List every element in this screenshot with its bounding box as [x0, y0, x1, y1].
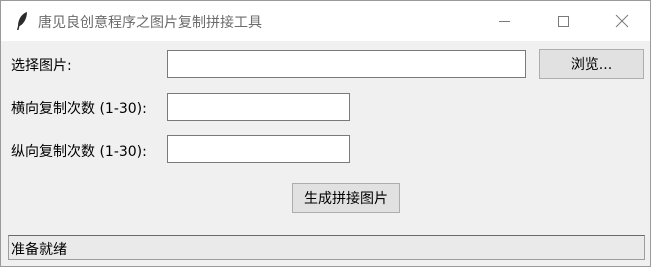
app-window: 唐见良创意程序之图片复制拼接工具 选择图片: 浏览... 横向复制次数 (1-3…	[0, 0, 651, 267]
browse-button[interactable]: 浏览...	[539, 49, 644, 79]
generate-button[interactable]: 生成拼接图片	[292, 183, 400, 213]
title-bar[interactable]: 唐见良创意程序之图片复制拼接工具	[1, 1, 650, 41]
minimize-icon	[498, 20, 510, 22]
file-path-input[interactable]	[167, 50, 526, 78]
file-label: 选择图片:	[11, 58, 72, 74]
close-button[interactable]	[599, 1, 645, 41]
maximize-button[interactable]	[540, 1, 586, 41]
horizontal-count-input[interactable]	[167, 93, 350, 121]
feather-icon	[17, 12, 27, 30]
horizontal-count-label: 横向复制次数 (1-30):	[11, 101, 147, 117]
minimize-button[interactable]	[481, 1, 527, 41]
vertical-count-input[interactable]	[167, 135, 350, 163]
vertical-count-label: 纵向复制次数 (1-30):	[11, 144, 147, 160]
status-bar: 准备就绪	[8, 235, 645, 260]
window-title: 唐见良创意程序之图片复制拼接工具	[38, 15, 262, 31]
maximize-icon	[557, 15, 569, 27]
close-icon	[615, 14, 629, 28]
